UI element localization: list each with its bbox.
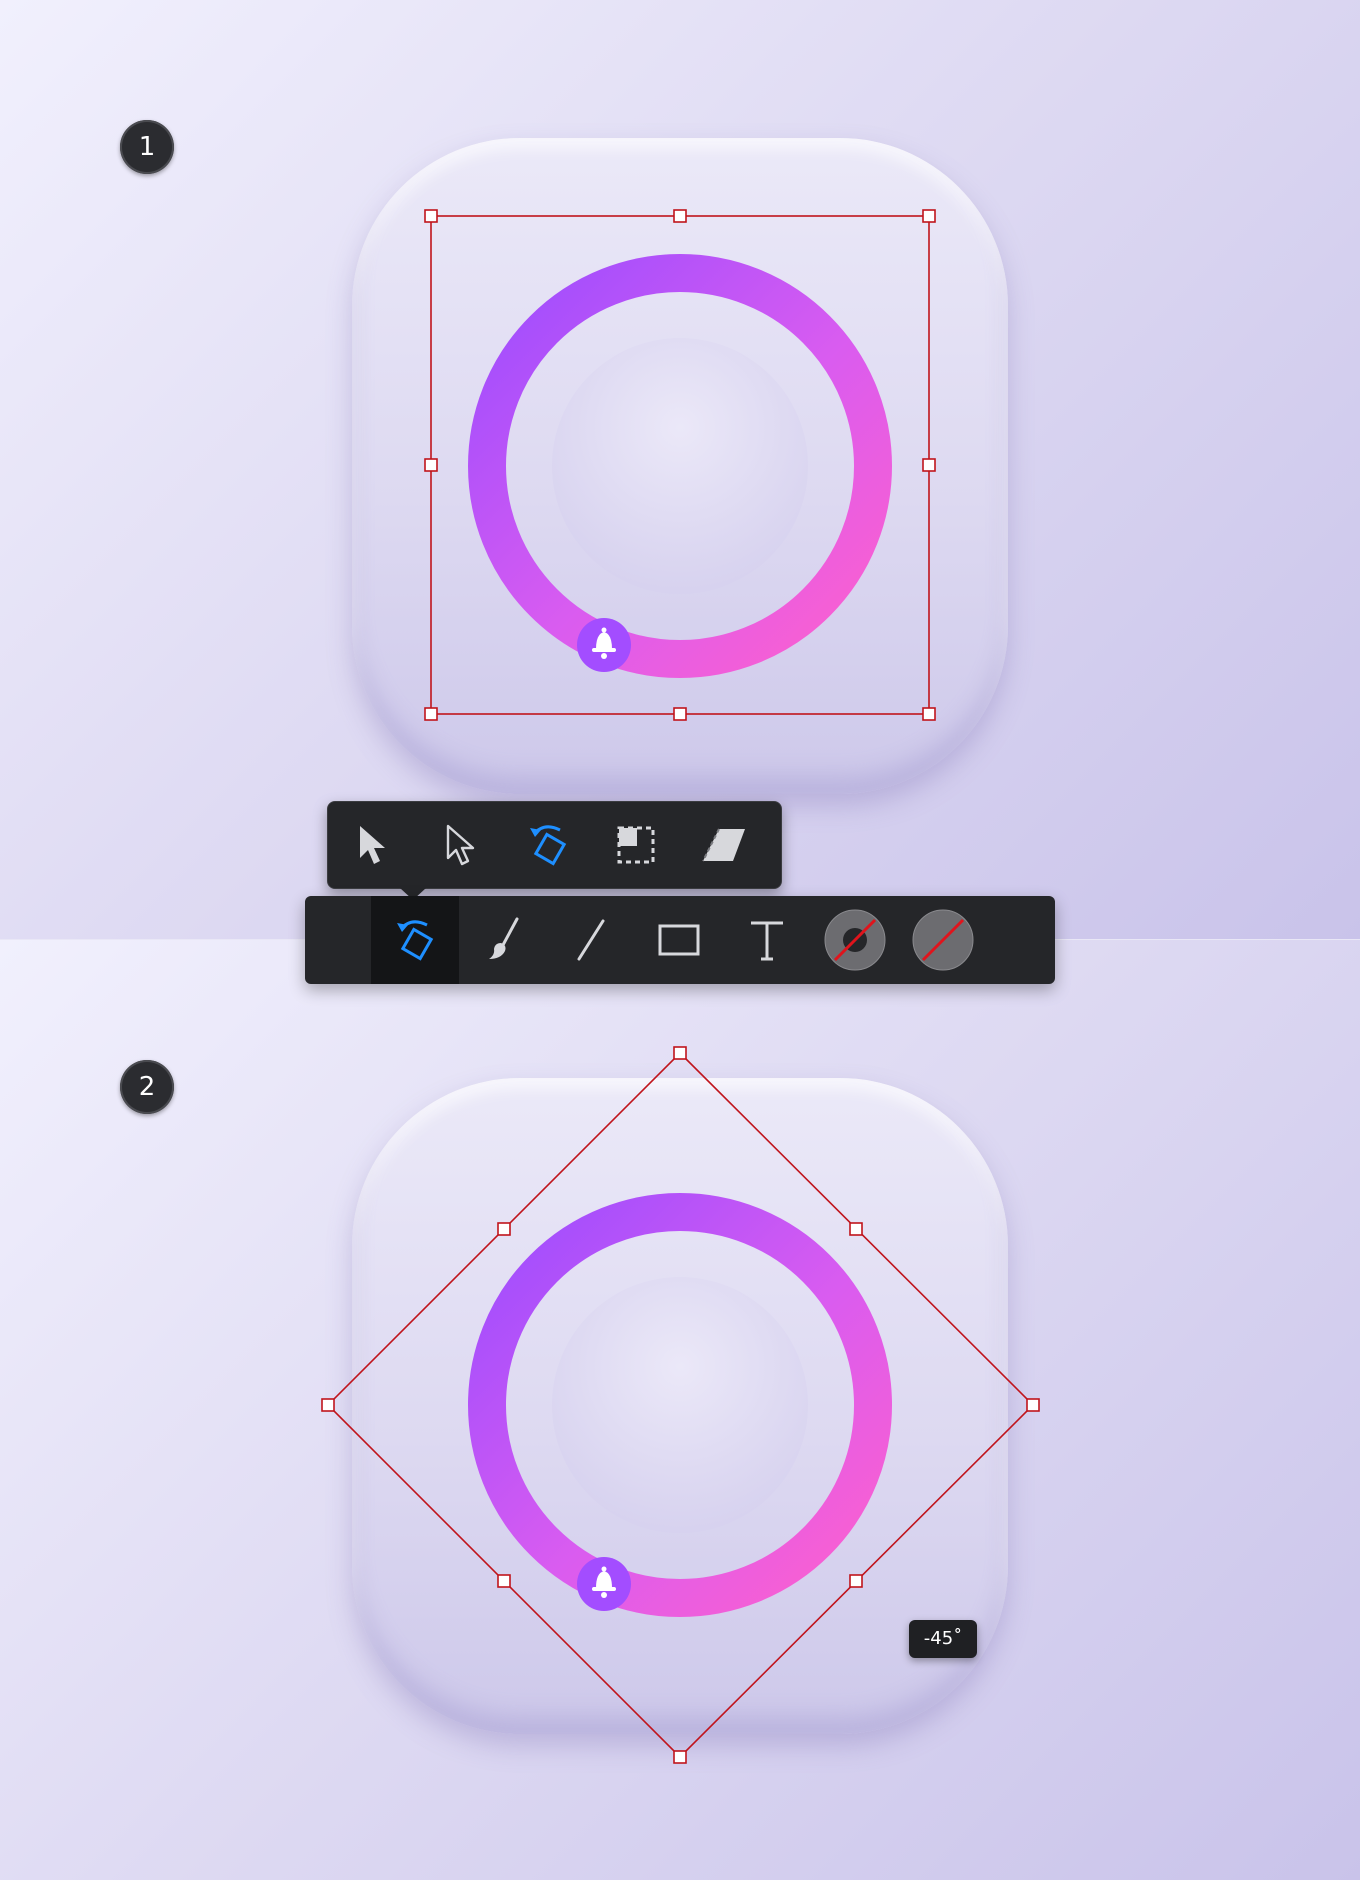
rotate-icon xyxy=(397,920,434,961)
rotate-tool-button[interactable] xyxy=(504,802,592,888)
rectangle-tool-button[interactable] xyxy=(635,896,723,984)
rectangle-icon xyxy=(658,924,700,956)
handle-middle-left xyxy=(424,458,438,472)
direct-selection-arrow-icon xyxy=(446,824,475,866)
shear-tool-button[interactable] xyxy=(680,802,768,888)
rotation-angle-readout: -45˚ xyxy=(909,1620,977,1658)
handle-left xyxy=(321,1398,335,1412)
handle-bottom-left xyxy=(424,707,438,721)
handle-bottom-right xyxy=(922,707,936,721)
stroke-color-button[interactable] xyxy=(811,896,899,984)
inner-disc xyxy=(552,1277,808,1533)
rotate-tool-button[interactable] xyxy=(371,896,459,984)
selection-arrow-icon xyxy=(360,826,385,864)
handle-lower-left xyxy=(497,1574,511,1588)
selection-tool-button[interactable] xyxy=(328,802,416,888)
rotate-icon xyxy=(530,825,567,866)
stroke-color-icon xyxy=(824,909,886,971)
handle-top-right xyxy=(922,209,936,223)
handle-right xyxy=(1026,1398,1040,1412)
text-icon xyxy=(751,921,783,961)
bell-knob[interactable] xyxy=(577,618,631,672)
inner-disc xyxy=(552,338,808,594)
shear-icon xyxy=(702,828,745,862)
brush-icon xyxy=(489,917,519,959)
direct-selection-tool-button[interactable] xyxy=(416,802,504,888)
fill-color-icon xyxy=(912,909,974,971)
scale-tool-button[interactable] xyxy=(592,802,680,888)
handle-upper-left xyxy=(497,1222,511,1236)
fill-color-button[interactable] xyxy=(899,896,987,984)
main-toolbar xyxy=(305,896,1055,984)
canvas-artwork-2 xyxy=(321,1046,1040,1764)
brush-tool-button[interactable] xyxy=(459,896,547,984)
handle-top-center xyxy=(673,209,687,223)
handle-lower-right xyxy=(849,1574,863,1588)
handle-middle-right xyxy=(922,458,936,472)
line-tool-button[interactable] xyxy=(547,896,635,984)
bell-knob[interactable] xyxy=(577,1557,631,1611)
handle-bottom-center xyxy=(673,707,687,721)
step-2-panel: 2 -45˚ xyxy=(0,940,1360,1880)
handle-upper-right xyxy=(849,1222,863,1236)
transform-tools-popup xyxy=(327,801,782,900)
canvas-artwork-1 xyxy=(424,209,936,721)
step-1-panel: 1 xyxy=(0,0,1360,940)
handle-bottom xyxy=(673,1750,687,1764)
handle-top-left xyxy=(424,209,438,223)
text-tool-button[interactable] xyxy=(723,896,811,984)
line-icon xyxy=(577,919,605,961)
scale-icon xyxy=(617,826,655,864)
handle-top xyxy=(673,1046,687,1060)
